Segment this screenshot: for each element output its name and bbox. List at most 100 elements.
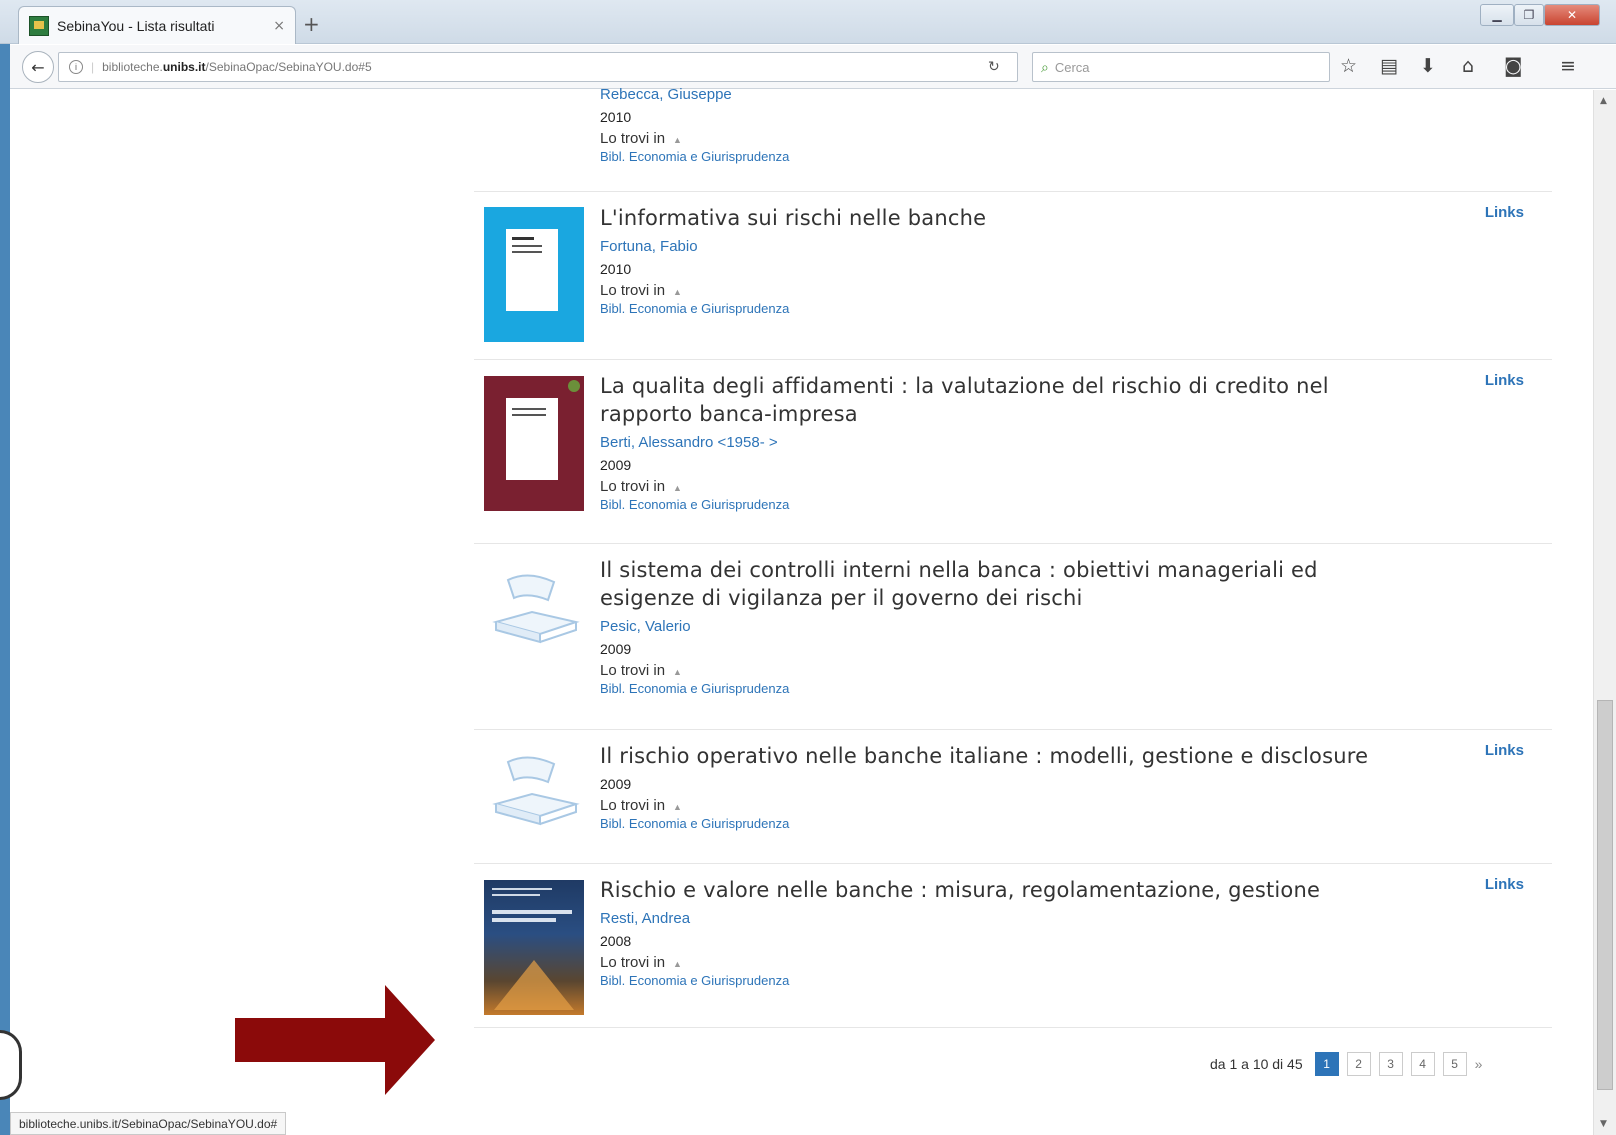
result-library[interactable]: Bibl. Economia e Giurisprudenza [600, 497, 1450, 512]
result-title-line2[interactable]: esigenze di vigilanza per il governo dei… [600, 584, 1450, 612]
result-title-line1[interactable]: La qualita degli affidamenti : la valuta… [600, 372, 1450, 400]
next-page-button[interactable]: » [1475, 1056, 1483, 1072]
book-cover[interactable] [484, 880, 584, 1015]
pagination-summary: da 1 a 10 di 45 [1210, 1056, 1303, 1072]
result-year: 2008 [600, 933, 632, 949]
url-prefix: biblioteche. [102, 60, 163, 74]
result-author[interactable]: Rebecca, Giuseppe [600, 86, 1450, 103]
result-year: 2009 [600, 641, 632, 657]
result-library[interactable]: Bibl. Economia e Giurisprudenza [600, 681, 1450, 696]
caret-up-icon: ▲ [673, 959, 682, 969]
new-tab-button[interactable]: + [303, 12, 320, 36]
status-bar-url: biblioteche.unibs.it/SebinaOpac/SebinaYO… [10, 1112, 287, 1135]
search-placeholder: Cerca [1054, 59, 1090, 75]
university-seal-fragment [0, 1030, 22, 1100]
vertical-scrollbar[interactable]: ▲ ▼ [1593, 90, 1616, 1135]
page-button-2[interactable]: 2 [1346, 1052, 1371, 1076]
lo-trovi-in-label: Lo trovi in [600, 662, 666, 679]
tab-title: SebinaYou - Lista risultati [57, 17, 215, 34]
result-year: 2009 [600, 776, 632, 792]
book-cover[interactable] [484, 207, 584, 342]
pocket-icon[interactable]: ◙ [1504, 55, 1522, 77]
back-arrow-icon: ← [31, 57, 45, 77]
links-button[interactable]: Links [1485, 876, 1524, 893]
book-cover[interactable] [484, 376, 584, 511]
favicon-icon [29, 15, 49, 36]
result-item: L'informativa sui rischi nelle banche Fo… [474, 192, 1552, 360]
reload-icon[interactable]: ↻ [988, 59, 1000, 75]
lo-trovi-in-toggle[interactable]: Lo trovi in ▲ [600, 797, 1450, 814]
caret-up-icon: ▲ [673, 135, 682, 145]
book-placeholder-icon[interactable] [484, 742, 584, 877]
lo-trovi-in-toggle[interactable]: Lo trovi in ▲ [600, 478, 1450, 495]
result-year: 2010 [600, 109, 632, 125]
minimize-button[interactable]: ▁ [1480, 4, 1514, 26]
result-item: Rischio e valore nelle banche : misura, … [474, 864, 1552, 1028]
scroll-down-icon[interactable]: ▼ [1600, 1119, 1607, 1129]
result-author[interactable]: Pesic, Valerio [600, 618, 1450, 635]
page-button-3[interactable]: 3 [1378, 1052, 1403, 1076]
red-arrow-icon [235, 985, 435, 1095]
result-author[interactable]: Resti, Andrea [600, 910, 1450, 927]
result-author[interactable]: Fortuna, Fabio [600, 238, 1450, 255]
lo-trovi-in-label: Lo trovi in [600, 130, 666, 147]
result-title[interactable]: Il rischio operativo nelle banche italia… [600, 742, 1450, 770]
links-button[interactable]: Links [1485, 372, 1524, 389]
lo-trovi-in-label: Lo trovi in [600, 954, 666, 971]
url-bar[interactable]: i | biblioteche. unibs.it/SebinaOpac/Sebi… [58, 52, 1018, 82]
result-library[interactable]: Bibl. Economia e Giurisprudenza [600, 301, 1450, 316]
lo-trovi-in-toggle[interactable]: Lo trovi in ▲ [600, 282, 1450, 299]
url-domain: unibs.it [162, 60, 206, 74]
lo-trovi-in-toggle[interactable]: Lo trovi in ▲ [600, 954, 1450, 971]
tab-close-icon[interactable]: × [273, 18, 285, 34]
info-icon[interactable]: i [69, 60, 83, 74]
pagination: da 1 a 10 di 45 1 2 3 4 5 » [1210, 1052, 1482, 1076]
result-title[interactable]: Rischio e valore nelle banche : misura, … [600, 876, 1450, 904]
links-button[interactable]: Links [1485, 742, 1524, 759]
page-content: Rebecca, Giuseppe 2010 Lo trovi in ▲ Bibl… [10, 86, 1593, 1135]
download-icon[interactable]: ⬇ [1420, 55, 1436, 77]
result-item: Il sistema dei controlli interni nella b… [474, 544, 1552, 730]
book-placeholder-icon[interactable] [484, 560, 584, 695]
result-year: 2009 [600, 457, 632, 473]
result-author[interactable]: Berti, Alessandro <1958- > [600, 434, 1450, 451]
caret-up-icon: ▲ [673, 483, 682, 493]
search-icon: ⌕ [1041, 58, 1049, 75]
result-title-line1[interactable]: Il sistema dei controlli interni nella b… [600, 556, 1450, 584]
url-path: /SebinaOpac/SebinaYOU.do#5 [205, 60, 372, 74]
close-window-button[interactable]: ✕ [1544, 4, 1600, 26]
url-separator: | [91, 60, 95, 74]
lo-trovi-in-toggle[interactable]: Lo trovi in ▲ [600, 662, 1450, 679]
window-left-edge [0, 0, 10, 1135]
scroll-up-icon[interactable]: ▲ [1600, 96, 1607, 106]
caret-up-icon: ▲ [673, 802, 682, 812]
result-title[interactable]: L'informativa sui rischi nelle banche [600, 204, 1450, 232]
star-icon[interactable]: ☆ [1340, 55, 1357, 77]
links-button[interactable]: Links [1485, 204, 1524, 221]
page-button-4[interactable]: 4 [1410, 1052, 1435, 1076]
page-button-5[interactable]: 5 [1442, 1052, 1467, 1076]
result-item: Il rischio operativo nelle banche italia… [474, 730, 1552, 864]
caret-up-icon: ▲ [673, 287, 682, 297]
search-input[interactable]: ⌕ Cerca [1032, 52, 1330, 82]
lo-trovi-in-label: Lo trovi in [600, 797, 666, 814]
caret-up-icon: ▲ [673, 667, 682, 677]
back-button[interactable]: ← [22, 51, 54, 83]
lo-trovi-in-toggle[interactable]: Lo trovi in ▲ [600, 130, 1450, 147]
home-icon[interactable]: ⌂ [1462, 55, 1474, 77]
menu-icon[interactable]: ≡ [1560, 55, 1576, 77]
lo-trovi-in-label: Lo trovi in [600, 282, 666, 299]
page-button-1[interactable]: 1 [1314, 1052, 1339, 1076]
lo-trovi-in-label: Lo trovi in [600, 478, 666, 495]
result-item: La qualita degli affidamenti : la valuta… [474, 360, 1552, 544]
result-library[interactable]: Bibl. Economia e Giurisprudenza [600, 973, 1450, 988]
result-year: 2010 [600, 261, 632, 277]
clipboard-icon[interactable]: ▤ [1380, 55, 1398, 77]
scroll-thumb[interactable] [1597, 700, 1613, 1090]
result-library[interactable]: Bibl. Economia e Giurisprudenza [600, 149, 1450, 164]
result-title-line2[interactable]: rapporto banca-impresa [600, 400, 1450, 428]
maximize-button[interactable]: ❐ [1514, 4, 1544, 26]
result-library[interactable]: Bibl. Economia e Giurisprudenza [600, 816, 1450, 831]
browser-tab[interactable]: SebinaYou - Lista risultati × [18, 6, 296, 44]
result-item: Rebecca, Giuseppe 2010 Lo trovi in ▲ Bibl… [474, 80, 1552, 192]
